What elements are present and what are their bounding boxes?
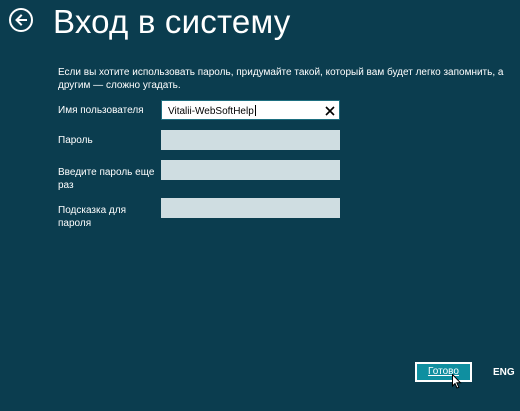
username-field[interactable]: Vitalii-WebSoftHelp: [161, 100, 340, 120]
done-button[interactable]: Готово: [415, 362, 472, 382]
clear-button[interactable]: [323, 104, 336, 117]
close-icon: [324, 105, 335, 116]
confirm-password-label: Введите пароль еще раз: [58, 167, 155, 191]
password-hint-label: Подсказка для пароля: [58, 205, 127, 229]
arrow-left-icon: [15, 14, 27, 26]
language-indicator[interactable]: ENG: [493, 367, 515, 379]
page-title: Вход в систему: [53, 3, 291, 40]
description-text: Если вы хотите использовать пароль, прид…: [58, 67, 504, 91]
password-label: Пароль: [58, 135, 93, 146]
username-label: Имя пользователя: [58, 105, 144, 116]
mouse-cursor-icon: [452, 373, 462, 394]
confirm-password-field[interactable]: [161, 160, 340, 180]
username-value: Vitalii-WebSoftHelp: [168, 105, 256, 117]
password-field[interactable]: [161, 130, 340, 150]
back-button[interactable]: [9, 8, 33, 32]
password-hint-field[interactable]: [161, 198, 340, 218]
text-caret: [254, 105, 256, 116]
